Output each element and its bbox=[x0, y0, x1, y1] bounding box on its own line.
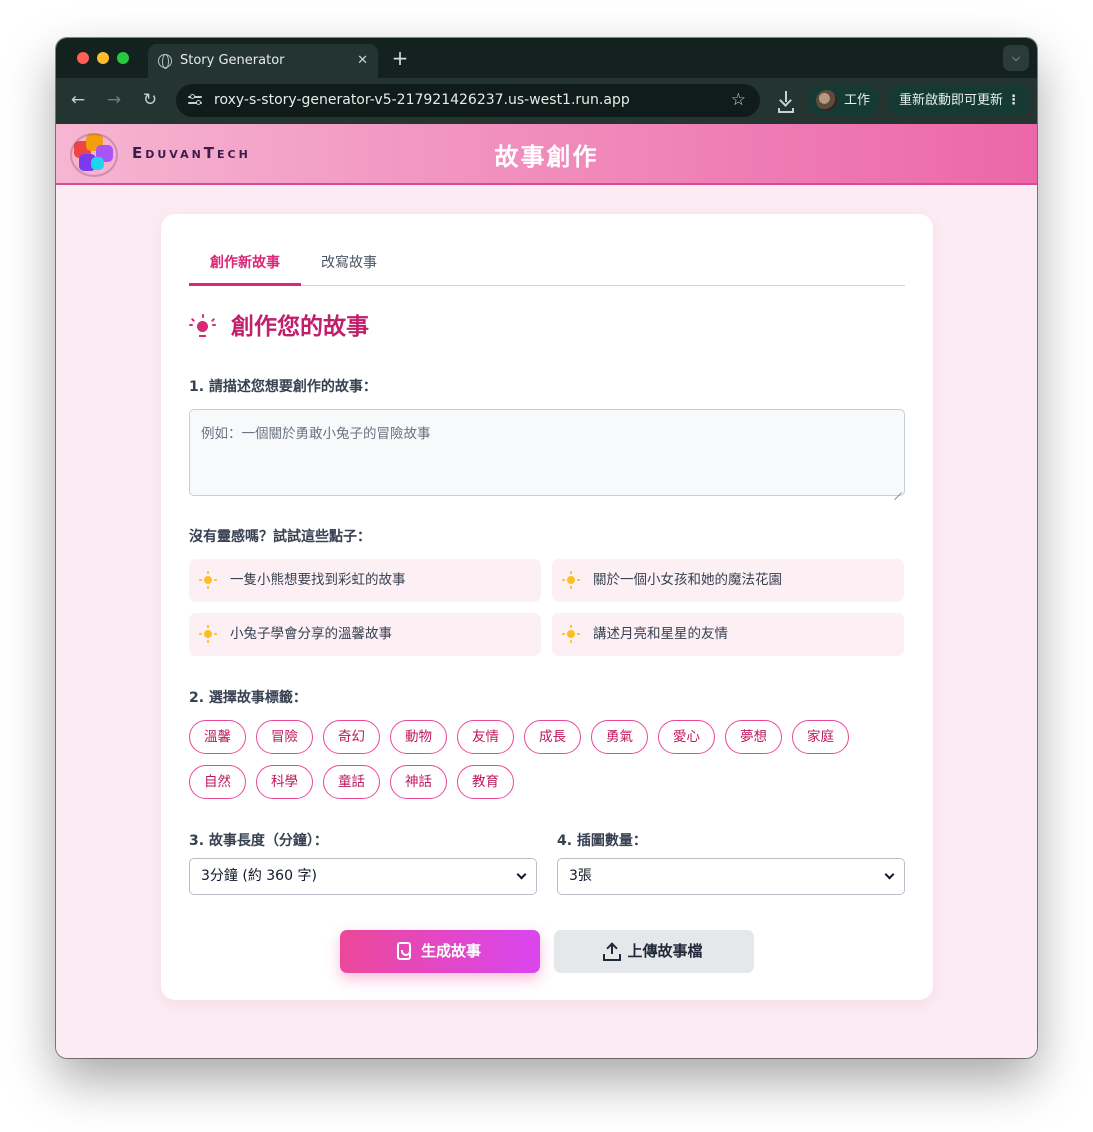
idea-text: 一隻小熊想要找到彩虹的故事 bbox=[230, 572, 406, 588]
section-title-text: 創作您的故事 bbox=[231, 314, 369, 340]
tag-chip[interactable]: 教育 bbox=[457, 765, 514, 799]
tag-chip[interactable]: 科學 bbox=[256, 765, 313, 799]
section-title: 創作您的故事 bbox=[189, 312, 369, 342]
maximize-window-button[interactable] bbox=[117, 52, 129, 64]
chevron-down-icon bbox=[516, 869, 527, 880]
browser-tab[interactable]: Story Generator ✕ bbox=[148, 44, 378, 78]
idea-card[interactable]: 小兔子學會分享的溫馨故事 bbox=[189, 613, 541, 656]
tag-chip[interactable]: 夢想 bbox=[725, 720, 782, 754]
chevron-down-icon bbox=[884, 869, 895, 880]
illustration-count-label: 4. 插圖數量： bbox=[557, 833, 647, 849]
story-prompt-textarea[interactable]: 例如：一個關於勇敢小兔子的冒險故事 bbox=[189, 409, 905, 496]
story-length-value: 3分鐘 (約 360 字) bbox=[201, 868, 317, 884]
sun-icon bbox=[199, 625, 217, 643]
page-viewport: EduvanTech 故事創作 創作新故事 改寫故事 創作您的故事 1. 請描述… bbox=[56, 124, 1037, 1058]
tag-chip[interactable]: 愛心 bbox=[658, 720, 715, 754]
url-text: roxy-s-story-generator-v5-217921426237.u… bbox=[214, 92, 630, 108]
globe-icon bbox=[158, 54, 172, 69]
tag-chip[interactable]: 奇幻 bbox=[323, 720, 380, 754]
tag-chip[interactable]: 神話 bbox=[390, 765, 447, 799]
tag-chip[interactable]: 童話 bbox=[323, 765, 380, 799]
length-label: 3. 故事長度（分鐘）： bbox=[189, 833, 328, 849]
minimize-window-button[interactable] bbox=[97, 52, 109, 64]
bookmark-star-icon[interactable]: ☆ bbox=[731, 84, 746, 117]
update-button[interactable]: 重新啟動即可更新 ⋮ bbox=[888, 85, 1030, 116]
tag-chip[interactable]: 冒險 bbox=[256, 720, 313, 754]
idea-card[interactable]: 關於一個小女孩和她的魔法花園 bbox=[552, 559, 904, 602]
sun-icon bbox=[199, 571, 217, 589]
generate-story-button[interactable]: 生成故事 bbox=[340, 930, 540, 973]
tab-strip: Story Generator ✕ + ⌵ bbox=[56, 38, 1037, 78]
kebab-menu-icon[interactable]: ⋮ bbox=[1007, 85, 1020, 116]
tag-chip[interactable]: 家庭 bbox=[792, 720, 849, 754]
idea-card[interactable]: 一隻小熊想要找到彩虹的故事 bbox=[189, 559, 541, 602]
illustration-count-value: 3張 bbox=[569, 868, 592, 884]
illustration-count-select[interactable]: 3張 bbox=[557, 858, 905, 895]
avatar bbox=[816, 90, 837, 111]
tag-chip[interactable]: 勇氣 bbox=[591, 720, 648, 754]
download-tray bbox=[778, 108, 794, 113]
generate-label: 生成故事 bbox=[420, 942, 481, 960]
mode-tabs: 創作新故事 改寫故事 bbox=[189, 244, 905, 286]
sun-icon bbox=[562, 625, 580, 643]
address-bar[interactable]: roxy-s-story-generator-v5-217921426237.u… bbox=[176, 84, 760, 117]
ideas-label: 沒有靈感嗎？試試這些點子： bbox=[189, 529, 371, 545]
back-arrow-icon[interactable]: ← bbox=[66, 88, 90, 112]
tab-create-story[interactable]: 創作新故事 bbox=[189, 244, 301, 286]
tag-chip[interactable]: 自然 bbox=[189, 765, 246, 799]
forward-arrow-icon[interactable]: → bbox=[102, 88, 126, 112]
idea-text: 講述月亮和星星的友情 bbox=[593, 626, 728, 642]
upload-label: 上傳故事檔 bbox=[627, 942, 703, 960]
prompt-placeholder: 例如：一個關於勇敢小兔子的冒險故事 bbox=[201, 426, 431, 442]
tab-search-chevron-icon[interactable]: ⌵ bbox=[1003, 45, 1029, 71]
sun-icon bbox=[562, 571, 580, 589]
tab-rewrite-story[interactable]: 改寫故事 bbox=[301, 244, 397, 286]
reload-icon[interactable]: ↻ bbox=[138, 88, 162, 112]
idea-text: 關於一個小女孩和她的魔法花園 bbox=[593, 572, 782, 588]
page-title: 故事創作 bbox=[494, 143, 599, 171]
tab-close-icon[interactable]: ✕ bbox=[357, 44, 368, 78]
new-tab-button[interactable]: + bbox=[390, 44, 410, 72]
tag-chip[interactable]: 友情 bbox=[457, 720, 514, 754]
idea-text: 小兔子學會分享的溫馨故事 bbox=[230, 626, 392, 642]
profile-label: 工作 bbox=[844, 93, 871, 108]
upload-story-button[interactable]: 上傳故事檔 bbox=[554, 930, 754, 973]
story-length-select[interactable]: 3分鐘 (約 360 字) bbox=[189, 858, 537, 895]
prompt-label: 1. 請描述您想要創作的故事： bbox=[189, 379, 377, 395]
tab-title: Story Generator bbox=[180, 53, 285, 68]
app-header: EduvanTech 故事創作 bbox=[56, 124, 1037, 185]
story-file-icon bbox=[397, 942, 411, 960]
tag-chip[interactable]: 成長 bbox=[524, 720, 581, 754]
site-settings-icon[interactable] bbox=[188, 93, 204, 107]
tags-label: 2. 選擇故事標籤： bbox=[189, 690, 307, 706]
resize-handle-icon[interactable] bbox=[894, 485, 902, 493]
browser-window: Story Generator ✕ + ⌵ ← → ↻ roxy-s-story… bbox=[56, 38, 1037, 1058]
lightbulb-icon bbox=[189, 314, 217, 342]
close-window-button[interactable] bbox=[77, 52, 89, 64]
update-label: 重新啟動即可更新 bbox=[899, 93, 1004, 108]
browser-toolbar: ← → ↻ roxy-s-story-generator-v5-21792142… bbox=[56, 78, 1037, 124]
tag-chip[interactable]: 動物 bbox=[390, 720, 447, 754]
idea-card[interactable]: 講述月亮和星星的友情 bbox=[552, 613, 904, 656]
story-form-card: 創作新故事 改寫故事 創作您的故事 1. 請描述您想要創作的故事： 例如：一個關… bbox=[161, 214, 933, 1000]
profile-chip[interactable]: 工作 bbox=[808, 85, 880, 116]
tag-chip[interactable]: 溫馨 bbox=[189, 720, 246, 754]
